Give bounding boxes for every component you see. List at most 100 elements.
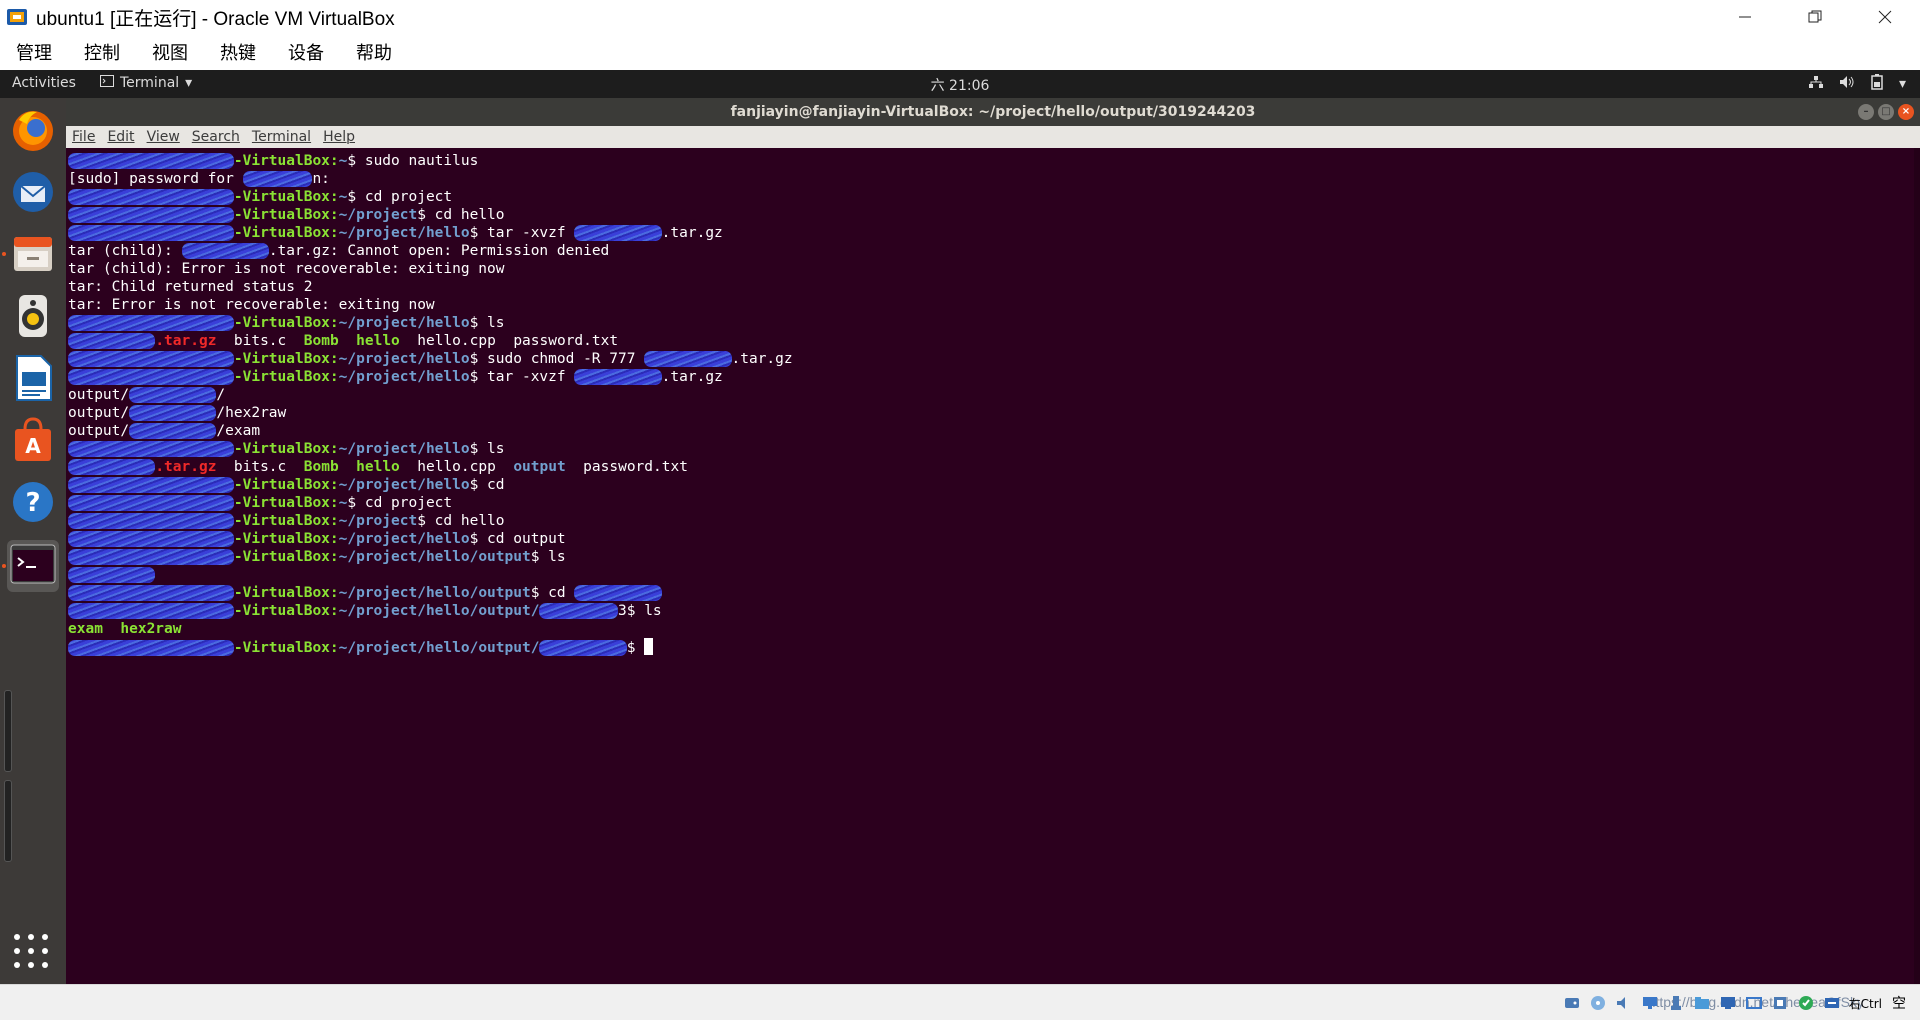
battery-icon (1871, 74, 1883, 94)
dock-writer[interactable] (7, 354, 59, 406)
terminal-text-segment: hello (356, 459, 400, 475)
terminal-text-segment: -VirtualBox: (233, 585, 339, 601)
window-controls (1710, 0, 1920, 34)
host-key-label: 右Ctrl (1848, 996, 1882, 1011)
terminal-text-segment: -VirtualBox: (233, 513, 339, 529)
terminal-menu-help[interactable]: Help (323, 129, 355, 145)
terminal-text-segment: -VirtualBox: (233, 531, 339, 547)
terminal-menu-terminal[interactable]: Terminal (252, 129, 311, 145)
terminal-text-segment: output/ (68, 387, 130, 403)
terminal-text-segment: 3$ ls (618, 603, 662, 619)
menu-help[interactable]: 帮助 (356, 39, 392, 65)
terminal-menu-view[interactable]: View (147, 129, 180, 145)
terminal-text-segment: Bomb (303, 459, 339, 475)
terminal-text-segment: output/ (68, 405, 130, 421)
audio-icon[interactable] (1613, 992, 1635, 1014)
terminal-text-segment: ~/project/hello (338, 477, 470, 493)
redacted-text: fanjiayin@fanjiayin (68, 477, 234, 493)
virtualbox-app-icon[interactable] (4, 4, 30, 30)
redacted-text: 3019244203 (539, 640, 627, 656)
mouse-integration-icon[interactable] (1795, 992, 1817, 1014)
terminal-text-segment: $ sudo nautilus (347, 153, 479, 169)
dock-terminal[interactable] (7, 540, 59, 592)
menu-devices[interactable]: 设备 (288, 39, 324, 65)
terminal-output[interactable]: fanjiayin@fanjiayin-VirtualBox:~$ sudo n… (66, 148, 1914, 984)
terminal-maximize-button[interactable]: □ (1878, 104, 1894, 120)
dock-rhythmbox[interactable] (7, 292, 59, 344)
terminal-text-segment: .tar.gz (661, 225, 723, 241)
menu-manage[interactable]: 管理 (16, 39, 52, 65)
close-button[interactable] (1850, 0, 1920, 34)
dock-firefox[interactable] (7, 106, 59, 158)
activities-button[interactable]: Activities (12, 75, 76, 91)
optical-disk-icon[interactable] (1587, 992, 1609, 1014)
terminal-text-segment: n: (312, 171, 330, 187)
restore-button[interactable] (1780, 0, 1850, 34)
dock-thunderbird[interactable] (7, 168, 59, 220)
redacted-text: 3019244203 (574, 585, 662, 601)
redacted-text: 3019244203 (644, 351, 732, 367)
video-capture-icon[interactable] (1743, 992, 1765, 1014)
minimize-button[interactable] (1710, 0, 1780, 34)
terminal-text-segment: .tar.gz (155, 333, 217, 349)
terminal-text-segment: $ (626, 640, 645, 656)
redacted-text: fanjiayin@fanjiayin (68, 441, 234, 457)
terminal-menu-file[interactable]: File (72, 129, 95, 145)
vm-display[interactable]: Activities Terminal ▾ 六 21:06 ▾ A ? fanj… (0, 70, 1920, 984)
terminal-line: fanjiayin@fanjiayin-VirtualBox:~/project… (68, 476, 1914, 494)
terminal-small-icon (100, 75, 114, 91)
terminal-line: fanjiayin@fanjiayin-VirtualBox:~$ sudo n… (68, 152, 1914, 170)
terminal-minimize-button[interactable]: – (1858, 104, 1874, 120)
clock[interactable]: 六 21:06 (931, 78, 990, 94)
dock-files[interactable] (7, 230, 59, 282)
network-icon[interactable] (1639, 992, 1661, 1014)
ime-status[interactable]: 空 (1888, 992, 1910, 1014)
dock-help[interactable]: ? (7, 478, 59, 530)
terminal-text-segment: -VirtualBox: (233, 603, 339, 619)
host-key-icon[interactable] (1821, 992, 1843, 1014)
host-titlebar: ubuntu1 [正在运行] - Oracle VM VirtualBox (0, 0, 1920, 34)
terminal-text-segment: hello (356, 333, 400, 349)
terminal-text-segment: -VirtualBox: (233, 369, 339, 385)
redacted-text: 3019244203 (68, 459, 156, 475)
dock-ubuntu-software[interactable]: A (7, 416, 59, 468)
writer-document-icon (13, 354, 53, 406)
cpu-icon[interactable] (1769, 992, 1791, 1014)
system-tray[interactable]: ▾ (1808, 74, 1906, 94)
app-menu[interactable]: Terminal ▾ (100, 75, 192, 91)
terminal-line: fanjiayin@fanjiayin-VirtualBox:~/project… (68, 602, 1914, 620)
terminal-close-button[interactable]: × (1898, 104, 1914, 120)
usb-icon[interactable] (1665, 992, 1687, 1014)
volume-icon (1839, 75, 1855, 93)
terminal-text-segment: hex2raw (120, 621, 182, 637)
terminal-text-segment: $ sudo chmod -R 777 (469, 351, 645, 367)
apps-grid-icon[interactable] (14, 934, 50, 970)
terminal-titlebar[interactable]: fanjiayin@fanjiayin-VirtualBox: ~/projec… (66, 98, 1920, 126)
menu-control[interactable]: 控制 (84, 39, 120, 65)
svg-text:?: ? (25, 488, 40, 518)
menu-hotkeys[interactable]: 热键 (220, 39, 256, 65)
terminal-scrollbar[interactable] (1914, 148, 1920, 984)
terminal-menu-edit[interactable]: Edit (107, 129, 134, 145)
terminal-text-segment: tar: Error is not recoverable: exiting n… (68, 297, 435, 313)
terminal-text-segment: ~/project/hello (338, 225, 470, 241)
terminal-text-segment: / (216, 387, 226, 403)
virtualbox-statusbar: https://blog.csdn.net/TheSeaOfSky 右Ctrl … (0, 984, 1920, 1020)
terminal-text-segment: -VirtualBox: (233, 225, 339, 241)
menu-view[interactable]: 视图 (152, 39, 188, 65)
redacted-text: fanjiayin@fanjiayin (68, 549, 234, 565)
hard-disk-icon[interactable] (1561, 992, 1583, 1014)
display-icon[interactable] (1717, 992, 1739, 1014)
terminal-menu-search[interactable]: Search (192, 129, 240, 145)
terminal-line: fanjiayin@fanjiayin-VirtualBox:~/project… (68, 350, 1914, 368)
terminal-text-segment: $ cd project (347, 495, 453, 511)
terminal-text-segment: Bomb (303, 333, 339, 349)
terminal-text-segment: $ cd (469, 477, 505, 493)
shared-folders-icon[interactable] (1691, 992, 1713, 1014)
terminal-text-segment: -VirtualBox: (233, 549, 339, 565)
